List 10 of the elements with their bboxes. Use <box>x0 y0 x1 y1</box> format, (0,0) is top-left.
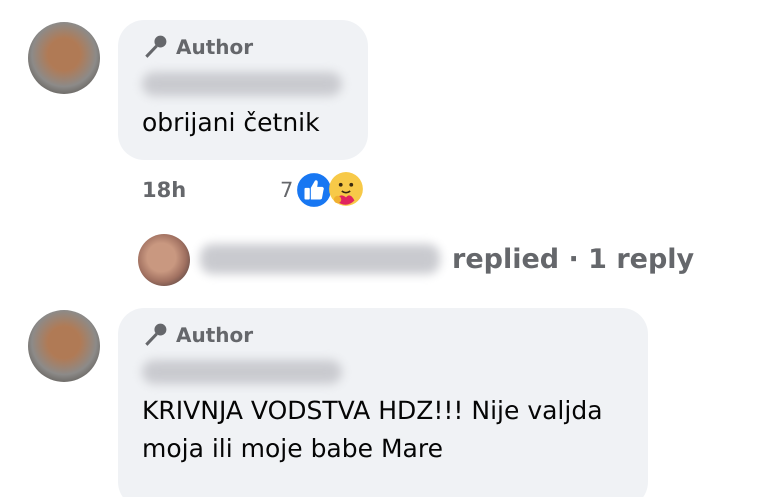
replies-link[interactable]: replied · 1 reply <box>452 244 694 274</box>
author-label: Author <box>176 35 254 59</box>
author-label: Author <box>176 323 254 347</box>
hug-emoji-icon <box>327 171 366 209</box>
comment-text: KRIVNJA VODSTVA HDZ!!! Nije valjda moja ili moje babe Mare <box>142 395 604 465</box>
reaction-count[interactable]: 7 <box>280 178 294 202</box>
comment-text: obrijani četnik <box>142 107 321 139</box>
timestamp[interactable]: 18h <box>142 178 280 202</box>
like-reaction-icon <box>295 171 334 209</box>
avatar[interactable] <box>138 234 190 286</box>
